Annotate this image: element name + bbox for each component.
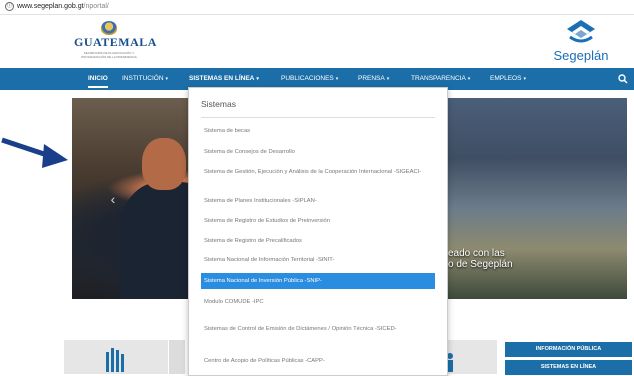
sistemas-dropdown: Sistemas Sistema de becas Sistema de Con… — [188, 87, 448, 376]
url-path: /nportal/ — [83, 3, 109, 10]
guatemala-logo-word: GUATEMALA — [74, 35, 157, 49]
menu-item-becas[interactable]: Sistema de becas — [201, 127, 435, 135]
nav-label: INICIO — [88, 75, 108, 82]
annotation-arrow-icon — [1, 137, 68, 168]
menu-item-siplan[interactable]: Sistema de Planes Institucionales -SIPLA… — [201, 197, 435, 205]
segeplan-logo[interactable]: Segeplán — [540, 19, 622, 67]
info-icon[interactable]: ⓘ — [5, 1, 14, 11]
caret-down-icon: ▾ — [467, 76, 471, 82]
nav-label: TRANSPARENCIA — [411, 75, 466, 82]
quick-links: INFORMACIÓN PÚBLICA SISTEMAS EN LÍNEA — [505, 340, 632, 375]
menu-item-preinversion[interactable]: Sistema de Registro de Estudios de Prein… — [201, 217, 435, 225]
nav-item-institucion[interactable]: INSTITUCIÓN ▾ — [122, 68, 168, 90]
nav-item-empleos[interactable]: EMPLEOS ▾ — [490, 68, 526, 90]
segeplan-mark-icon — [567, 20, 595, 43]
hero-caption-line: eado con las — [448, 248, 505, 259]
slider-prev-icon[interactable]: ‹ — [106, 190, 120, 208]
hands-icon — [106, 348, 124, 372]
guatemala-logo-subtitle: SECRETARÍA DE PLANIFICACIÓN Y PROGRAMACI… — [81, 51, 137, 59]
divider — [201, 117, 435, 118]
sistemas-en-linea-button[interactable]: SISTEMAS EN LÍNEA — [505, 360, 632, 375]
informacion-publica-button[interactable]: INFORMACIÓN PÚBLICA — [505, 342, 632, 357]
nav-label: EMPLEOS — [490, 75, 522, 82]
caret-down-icon: ▾ — [256, 76, 259, 82]
caret-down-icon: ▾ — [386, 76, 390, 82]
hero-photo-head — [142, 138, 186, 190]
menu-item-sinit[interactable]: Sistema Nacional de Información Territor… — [201, 256, 435, 264]
menu-item-precalificados[interactable]: Sistema de Registro de Precalificados — [201, 237, 435, 245]
caret-down-icon: ▾ — [523, 76, 526, 82]
url-host: www.segeplan.gob.gt — [17, 3, 84, 10]
hero-caption-line: o de Segeplán — [448, 259, 513, 270]
hero-caption: eado con las o de Segeplán — [448, 248, 618, 270]
nav-label: PRENSA — [358, 75, 385, 82]
search-icon[interactable] — [617, 73, 629, 85]
menu-item-sigeaci[interactable]: Sistema de Gestión, Ejecución y Análisis… — [201, 168, 435, 176]
menu-item-snip[interactable]: Sistema Nacional de Inversión Pública -S… — [201, 273, 435, 289]
menu-item-consejos-desarrollo[interactable]: Sistema de Consejos de Desarrollo — [201, 148, 435, 156]
nav-label: INSTITUCIÓN — [122, 75, 164, 82]
nav-label: PUBLICACIONES — [281, 75, 334, 82]
segeplan-logo-name: Segeplán — [553, 48, 609, 63]
menu-item-siced[interactable]: Sistemas de Control de Emisión de Dictám… — [201, 325, 435, 333]
menu-item-comude[interactable]: Modulo COMUDE -IPC — [201, 298, 435, 306]
dropdown-title: Sistemas — [201, 99, 236, 109]
coat-of-arms-icon — [101, 21, 117, 35]
guatemala-logo[interactable]: GUATEMALA SECRETARÍA DE PLANIFICACIÓN Y … — [74, 21, 157, 63]
site-header: GUATEMALA SECRETARÍA DE PLANIFICACIÓN Y … — [0, 15, 634, 68]
caret-down-icon: ▾ — [335, 76, 339, 82]
menu-item-capp[interactable]: Centro de Acopio de Políticas Públicas -… — [201, 357, 435, 365]
feature-tile[interactable] — [64, 340, 168, 374]
nav-item-inicio[interactable]: INICIO — [88, 68, 108, 90]
nav-label: SISTEMAS EN LÍNEA — [189, 75, 255, 82]
address-bar[interactable]: ⓘ www.segeplan.gob.gt/nportal/ — [0, 0, 634, 15]
caret-down-icon: ▾ — [165, 76, 169, 82]
feature-tile[interactable] — [169, 340, 185, 374]
